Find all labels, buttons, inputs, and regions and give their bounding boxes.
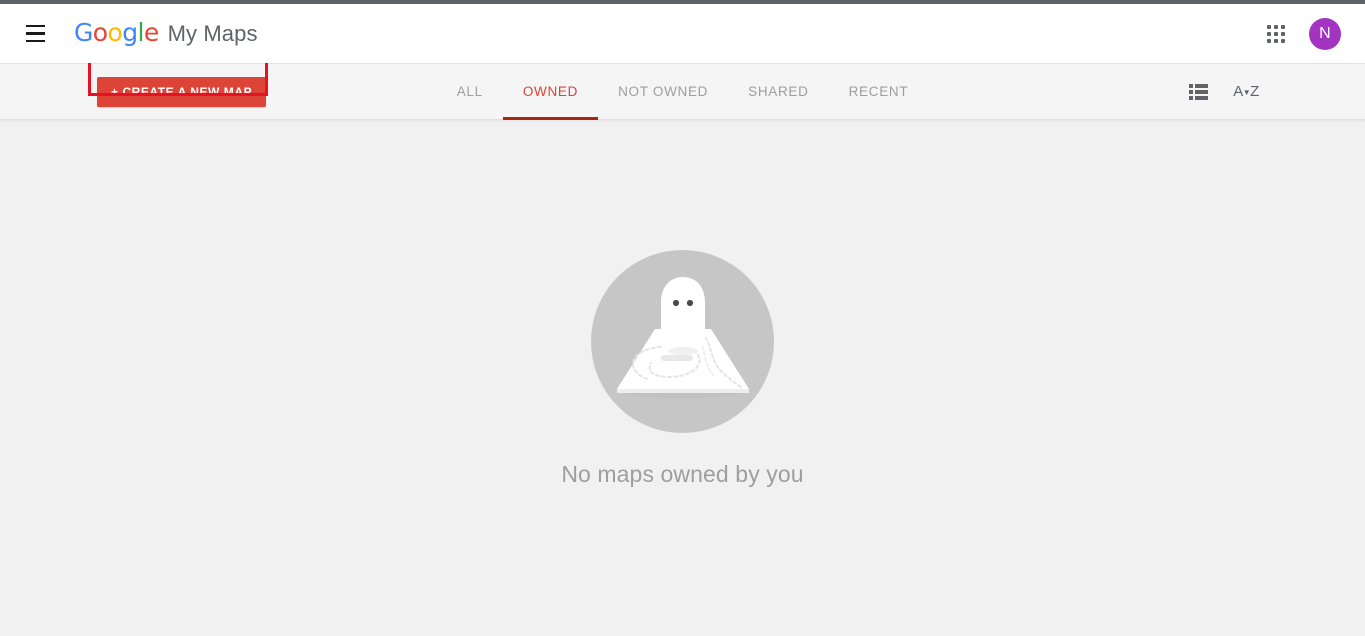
logo-letter-o2: o xyxy=(107,18,123,47)
az-letter-a: A xyxy=(1233,83,1243,100)
tab-not-owned[interactable]: NOT OWNED xyxy=(598,64,728,119)
chevron-down-icon: ▼ xyxy=(1242,87,1251,97)
list-bullet xyxy=(1188,83,1193,88)
apps-dot xyxy=(1267,24,1271,29)
apps-dot xyxy=(1274,38,1278,43)
ghost-on-map-illustration xyxy=(616,276,749,398)
apps-dot xyxy=(1274,31,1278,36)
tab-recent[interactable]: RECENT xyxy=(829,64,929,119)
apps-dot xyxy=(1267,31,1271,36)
google-logo: Google xyxy=(74,20,159,45)
my-maps-page: Google My Maps N + CREATE A NEW MAP ALL … xyxy=(0,0,1365,636)
apps-dot xyxy=(1281,24,1285,29)
logo-letter-g2: g xyxy=(122,18,138,47)
tab-shared[interactable]: SHARED xyxy=(728,64,828,119)
filter-tabs: ALL OWNED NOT OWNED SHARED RECENT xyxy=(360,64,1005,120)
logo-letter-o1: o xyxy=(92,18,108,47)
apps-grid-icon[interactable] xyxy=(1261,19,1291,49)
tab-owned[interactable]: OWNED xyxy=(502,64,599,120)
apps-dot xyxy=(1267,38,1271,43)
list-bullet xyxy=(1188,95,1193,100)
hamburger-menu-icon[interactable] xyxy=(18,17,52,51)
apps-dot xyxy=(1281,31,1285,36)
sort-alphabetical-az-icon[interactable]: A ▼ Z xyxy=(1233,79,1259,105)
maps-list-area: No maps owned by you xyxy=(0,120,1365,636)
brand-logo[interactable]: Google My Maps xyxy=(74,20,258,47)
az-sort-glyph: A ▼ Z xyxy=(1233,84,1259,99)
list-line xyxy=(1194,89,1208,94)
header-actions: N xyxy=(1261,17,1341,50)
toolbar-right-section: A ▼ Z xyxy=(1005,64,1365,119)
tab-all[interactable]: ALL xyxy=(437,64,503,119)
logo-letter-e: e xyxy=(143,18,159,47)
create-new-map-button[interactable]: + CREATE A NEW MAP xyxy=(97,76,267,107)
hamburger-line xyxy=(25,24,45,28)
hamburger-line xyxy=(25,32,45,35)
product-title: My Maps xyxy=(167,21,258,46)
list-line xyxy=(1194,95,1208,100)
list-view-icon[interactable] xyxy=(1185,79,1211,105)
maps-toolbar: + CREATE A NEW MAP ALL OWNED NOT OWNED S… xyxy=(0,56,1365,120)
avatar[interactable]: N xyxy=(1309,17,1341,50)
empty-state-message: No maps owned by you xyxy=(561,461,804,487)
list-bullet xyxy=(1188,89,1193,94)
app-header: Google My Maps N xyxy=(0,4,1365,63)
list-view-glyph xyxy=(1188,83,1208,100)
ghost-on-map-icon xyxy=(591,250,774,433)
list-line xyxy=(1194,83,1208,88)
logo-letter-g: G xyxy=(74,18,93,47)
toolbar-left-section: + CREATE A NEW MAP xyxy=(0,56,360,119)
az-letter-z: Z xyxy=(1250,83,1259,100)
hamburger-line xyxy=(25,39,45,43)
apps-dot xyxy=(1274,24,1278,29)
apps-dot xyxy=(1281,38,1285,43)
